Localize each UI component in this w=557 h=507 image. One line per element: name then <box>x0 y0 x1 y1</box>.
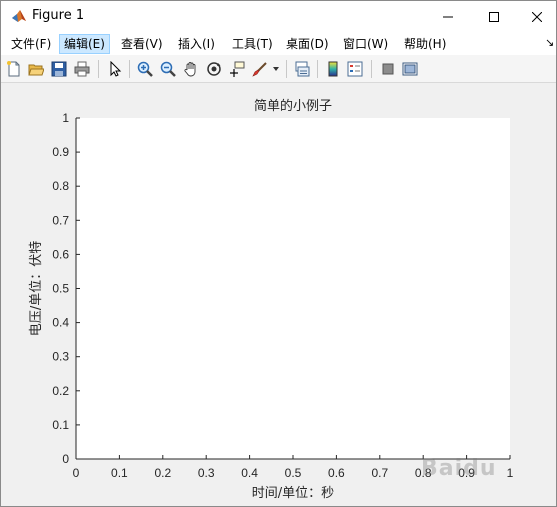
zoom-in-icon <box>137 61 153 77</box>
menu-desktop[interactable]: 桌面(D) <box>282 34 333 54</box>
x-tick-label: 0.4 <box>241 466 258 480</box>
matlab-icon <box>12 10 26 22</box>
window-title: Figure 1 <box>32 8 85 23</box>
rotate-3d-button[interactable] <box>205 60 223 78</box>
data-cursor-icon <box>230 61 245 77</box>
y-tick-label: 0.4 <box>52 316 69 330</box>
toolbar-separator <box>129 60 130 78</box>
x-tick-label: 0.3 <box>198 466 215 480</box>
zoom-out-icon <box>160 61 176 77</box>
pointer-icon <box>110 61 122 77</box>
edit-plot-button[interactable] <box>106 60 124 78</box>
new-figure-button[interactable] <box>5 60 23 78</box>
close-button[interactable] <box>517 1 556 32</box>
hide-plot-tools-icon <box>382 63 394 75</box>
toolbar-separator <box>371 60 372 78</box>
y-tick-label: 1 <box>62 111 69 125</box>
brush-button[interactable] <box>251 60 269 78</box>
x-tick-label: 0.1 <box>111 466 128 480</box>
figure-toolbar <box>1 55 556 83</box>
maximize-icon <box>489 11 499 22</box>
menu-file[interactable]: 文件(F) <box>7 34 55 54</box>
x-tick-label: 1 <box>507 466 514 480</box>
watermark: Baidu <box>421 456 497 481</box>
toolbar-separator <box>98 60 99 78</box>
minimize-button[interactable] <box>425 1 471 32</box>
show-plot-tools-icon <box>402 62 418 76</box>
save-icon <box>51 61 67 77</box>
y-tick-label: 0.2 <box>52 384 69 398</box>
x-tick-label: 0.7 <box>371 466 388 480</box>
legend-icon <box>347 61 363 77</box>
axes-background[interactable] <box>76 118 510 459</box>
x-tick-label: 0.5 <box>285 466 302 480</box>
y-tick-label: 0.7 <box>52 213 69 227</box>
insert-colorbar-button[interactable] <box>324 60 342 78</box>
new-figure-icon <box>7 61 20 77</box>
zoom-out-button[interactable] <box>159 60 177 78</box>
menu-edit[interactable]: 编辑(E) <box>59 34 110 54</box>
chart-title: 简单的小例子 <box>254 98 332 114</box>
chevron-down-icon <box>273 67 279 71</box>
menu-bar: 文件(F) 编辑(E) 查看(V) 插入(I) 工具(T) 桌面(D) 窗口(W… <box>1 32 556 55</box>
link-plot-button[interactable] <box>293 60 311 78</box>
menu-tools[interactable]: 工具(T) <box>228 34 277 54</box>
minimize-icon <box>443 16 453 17</box>
y-axis-label: 电压/单位：伏特 <box>29 241 44 336</box>
print-icon <box>74 61 90 77</box>
y-tick-label: 0.8 <box>52 179 69 193</box>
y-tick-label: 0.1 <box>52 418 69 432</box>
open-button[interactable] <box>27 60 45 78</box>
figure-canvas: 0 0.1 0.2 0.3 0.4 0.5 0.6 0.7 0.8 0.9 1 0 0.1 0.2 0.3 0… <box>1 84 556 506</box>
brush-dropdown[interactable] <box>271 60 281 78</box>
pan-icon <box>184 62 196 77</box>
colorbar-icon <box>328 61 338 77</box>
data-cursor-button[interactable] <box>228 60 246 78</box>
y-tick-label: 0.5 <box>52 282 69 296</box>
title-bar[interactable]: Figure 1 <box>1 1 556 32</box>
y-tick-label: 0.3 <box>52 350 69 364</box>
axes-svg: 0 0.1 0.2 0.3 0.4 0.5 0.6 0.7 0.8 0.9 1 0 0.1 0.2 0.3 0… <box>29 98 514 501</box>
y-tick-label: 0.6 <box>52 247 69 261</box>
y-tick-label: 0 <box>62 452 69 466</box>
save-button[interactable] <box>50 60 68 78</box>
pan-button[interactable] <box>182 60 200 78</box>
zoom-in-button[interactable] <box>136 60 154 78</box>
x-tick-label: 0.6 <box>328 466 345 480</box>
hide-plot-tools-button[interactable] <box>379 60 397 78</box>
y-tick-label: 0.9 <box>52 145 69 159</box>
maximize-button[interactable] <box>471 1 517 32</box>
print-button[interactable] <box>73 60 91 78</box>
x-tick-label: 0.2 <box>154 466 171 480</box>
menu-insert[interactable]: 插入(I) <box>174 34 219 54</box>
insert-legend-button[interactable] <box>346 60 364 78</box>
rotate-3d-icon <box>207 62 221 76</box>
x-axis-label: 时间/单位：秒 <box>252 486 334 501</box>
menu-overflow-icon[interactable]: ↘ <box>545 36 554 49</box>
menu-window[interactable]: 窗口(W) <box>339 34 392 54</box>
brush-icon <box>252 62 267 77</box>
menu-help[interactable]: 帮助(H) <box>400 34 450 54</box>
x-tick-label: 0 <box>73 466 80 480</box>
link-plot-icon <box>295 61 310 77</box>
menu-view[interactable]: 查看(V) <box>117 34 167 54</box>
figure-window: Figure 1 文件(F) 编辑(E) 查看(V) 插入(I) 工具(T) 桌… <box>0 0 557 507</box>
toolbar-separator <box>286 60 287 78</box>
toolbar-separator <box>317 60 318 78</box>
show-plot-tools-button[interactable] <box>401 60 419 78</box>
open-icon <box>28 64 44 76</box>
close-icon <box>531 11 542 22</box>
